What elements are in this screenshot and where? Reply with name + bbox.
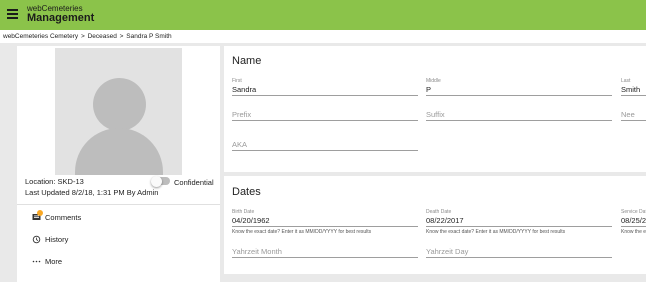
prefix-field[interactable]: Prefix bbox=[232, 109, 418, 121]
field-underline bbox=[426, 257, 612, 258]
field-value: 08/25/2017 bbox=[621, 216, 646, 225]
avatar-head bbox=[93, 78, 146, 131]
field-placeholder: Nee bbox=[621, 110, 635, 119]
top-app-bar: webCemeteries Management bbox=[0, 0, 646, 30]
breadcrumb: webCemeteries Cemetery > Deceased > Sand… bbox=[0, 30, 646, 43]
dates-card: Dates Birth Date 04/20/1962 Know the exa… bbox=[224, 176, 646, 274]
suffix-field[interactable]: Suffix bbox=[426, 109, 612, 121]
field-value: 08/22/2017 bbox=[426, 216, 464, 225]
last-updated-text: Last Updated 8/2/18, 1:31 PM By Admin bbox=[25, 188, 159, 197]
profile-card: Location: SKD-13 Last Updated 8/2/18, 1:… bbox=[17, 46, 220, 282]
comments-label: Comments bbox=[45, 213, 82, 222]
toggle-knob bbox=[151, 175, 162, 187]
field-placeholder: AKA bbox=[232, 140, 248, 149]
field-underline bbox=[426, 120, 612, 121]
hamburger-menu-icon[interactable] bbox=[7, 9, 18, 19]
service-date-field[interactable]: Service Date 08/25/2017 Know the exact d… bbox=[621, 209, 646, 235]
history-menu-item[interactable]: History bbox=[32, 235, 68, 244]
card-title: Dates bbox=[232, 186, 261, 198]
breadcrumb-cemetery[interactable]: webCemeteries Cemetery bbox=[3, 33, 78, 40]
field-underline bbox=[232, 95, 418, 96]
first-name-field[interactable]: First Sandra bbox=[232, 78, 418, 96]
avatar-placeholder[interactable] bbox=[55, 48, 182, 175]
field-placeholder: Suffix bbox=[426, 110, 445, 119]
name-card: Name First Sandra Middle P Last Smith Pr… bbox=[224, 46, 646, 172]
field-helper-text: Know the exact date? Enter it as MM/DD/Y… bbox=[426, 229, 566, 235]
breadcrumb-current: Sandra P Smith bbox=[126, 33, 172, 40]
field-underline bbox=[232, 150, 418, 151]
field-placeholder: Yahrzeit Day bbox=[426, 247, 469, 256]
card-title: Name bbox=[232, 55, 262, 67]
yahrzeit-day-field[interactable]: Yahrzeit Day bbox=[426, 246, 612, 258]
confidential-label: Confidential bbox=[174, 178, 214, 187]
field-value: Smith bbox=[621, 85, 641, 94]
more-menu-item[interactable]: More bbox=[32, 257, 62, 266]
field-underline bbox=[621, 226, 646, 227]
field-underline bbox=[232, 257, 418, 258]
avatar-body bbox=[75, 128, 163, 175]
field-underline bbox=[621, 95, 646, 96]
field-underline bbox=[621, 120, 646, 121]
last-name-field[interactable]: Last Smith bbox=[621, 78, 646, 96]
breadcrumb-deceased[interactable]: Deceased bbox=[88, 33, 117, 40]
middle-name-field[interactable]: Middle P bbox=[426, 78, 612, 96]
field-helper-text: Know the exact date? Enter it as MM/DD/Y… bbox=[621, 229, 646, 235]
confidential-toggle[interactable] bbox=[151, 175, 170, 187]
field-value: P bbox=[426, 85, 432, 94]
breadcrumb-separator: > bbox=[119, 33, 124, 40]
divider bbox=[17, 204, 220, 205]
more-horizontal-icon bbox=[32, 257, 41, 266]
death-date-field[interactable]: Death Date 08/22/2017 Know the exact dat… bbox=[426, 209, 612, 235]
nee-field[interactable]: Nee bbox=[621, 109, 646, 121]
field-placeholder: Prefix bbox=[232, 110, 252, 119]
field-helper-text: Know the exact date? Enter it as MM/DD/Y… bbox=[232, 229, 372, 235]
history-label: History bbox=[45, 235, 69, 244]
aka-field[interactable]: AKA bbox=[232, 139, 418, 151]
field-value: Sandra bbox=[232, 85, 257, 94]
location-text: Location: SKD-13 bbox=[25, 177, 84, 186]
field-placeholder: Yahrzeit Month bbox=[232, 247, 282, 256]
breadcrumb-separator: > bbox=[80, 33, 85, 40]
field-underline bbox=[426, 226, 612, 227]
field-value: 04/20/1962 bbox=[232, 216, 270, 225]
field-underline bbox=[232, 226, 418, 227]
field-underline bbox=[232, 120, 418, 121]
notification-badge bbox=[37, 210, 43, 216]
birth-date-field[interactable]: Birth Date 04/20/1962 Know the exact dat… bbox=[232, 209, 418, 235]
history-icon bbox=[32, 235, 41, 244]
yahrzeit-month-field[interactable]: Yahrzeit Month bbox=[232, 246, 418, 258]
field-underline bbox=[426, 95, 612, 96]
brand-title: Management bbox=[27, 12, 95, 24]
more-label: More bbox=[45, 257, 63, 266]
